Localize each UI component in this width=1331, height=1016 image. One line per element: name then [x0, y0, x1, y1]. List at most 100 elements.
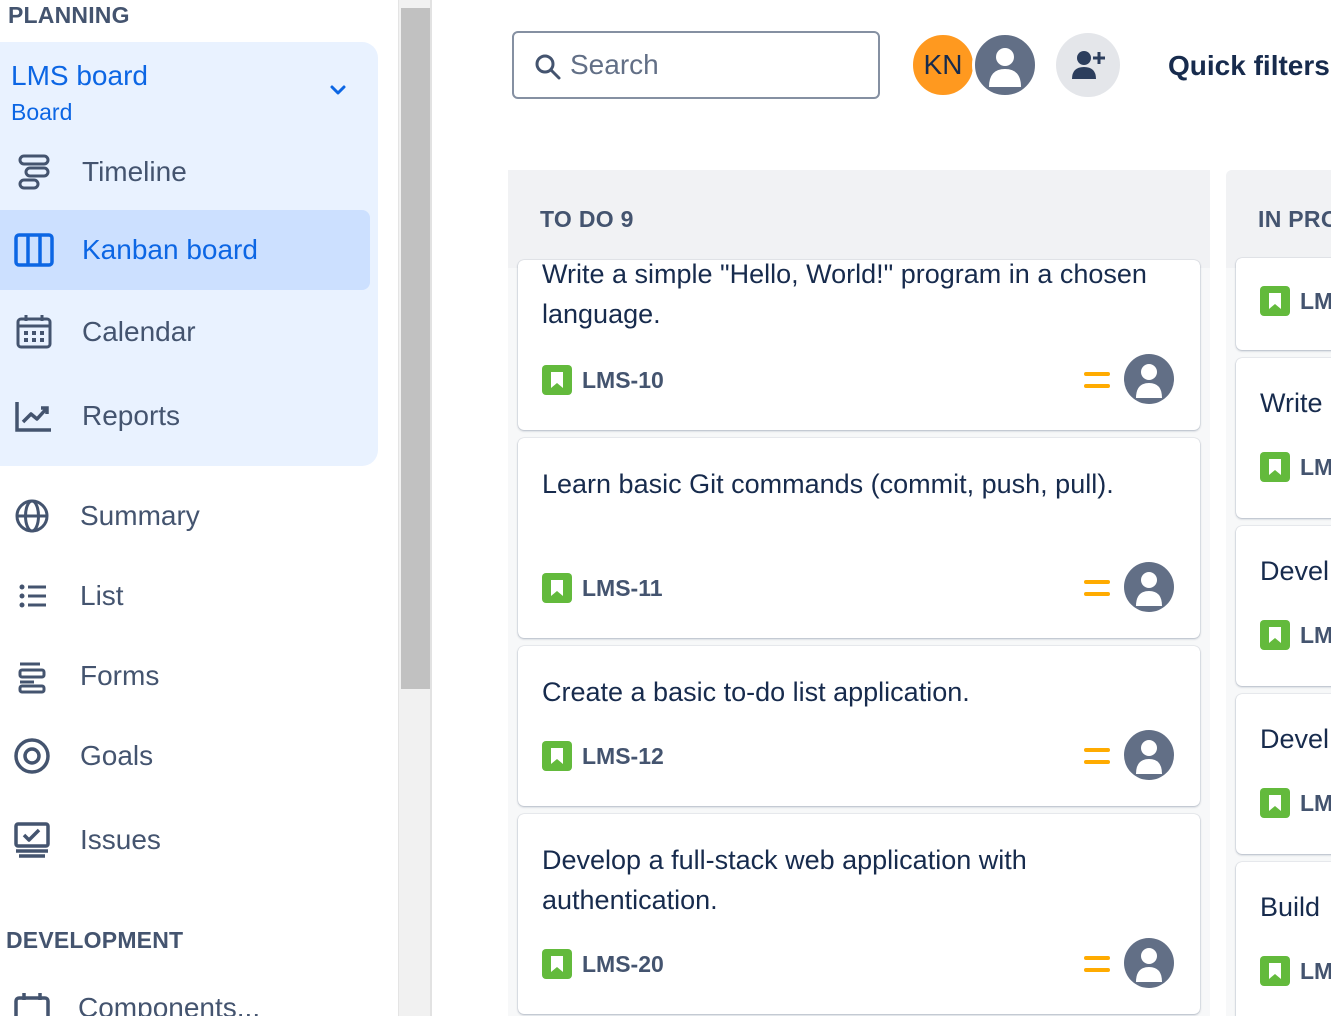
add-user-icon: [1072, 51, 1105, 79]
forms-icon: [10, 654, 54, 698]
priority-medium-icon: [1084, 748, 1110, 768]
column-in-progress: IN PRO LM Write LM Devel LM Devel LM Bui…: [1226, 170, 1331, 1016]
search-box[interactable]: [512, 31, 880, 99]
card-title: Devel: [1260, 556, 1330, 586]
card-key: LM: [1300, 957, 1331, 984]
sidebar-item-label: List: [80, 580, 124, 611]
sidebar-scrollbar-thumb[interactable]: [401, 8, 430, 689]
issue-card[interactable]: Learn basic Git commands (commit, push, …: [518, 438, 1200, 638]
user-icon: [1136, 740, 1162, 774]
card-key-row: LMS-10: [542, 364, 664, 396]
sidebar-item-goals[interactable]: Goals: [0, 716, 370, 796]
timeline-icon: [12, 150, 56, 194]
board-subtitle: Board: [11, 99, 73, 125]
card-key-row: LM: [1260, 620, 1331, 650]
sidebar-item-calendar[interactable]: Calendar: [0, 292, 370, 372]
user-icon: [1136, 364, 1162, 398]
card-title: Create a basic to-do list application.: [542, 677, 970, 707]
user-icon: [1136, 572, 1162, 606]
story-icon: [1260, 452, 1290, 482]
story-icon: [542, 741, 572, 771]
globe-icon: [10, 494, 54, 538]
sidebar-item-timeline[interactable]: Timeline: [0, 132, 370, 212]
card-key-row: LMS-20: [542, 948, 664, 980]
issue-card[interactable]: Create a basic to-do list application. L…: [518, 646, 1200, 806]
issue-card[interactable]: Build LM: [1236, 862, 1331, 1016]
card-key-row: LMS-11: [542, 572, 663, 604]
column-header: IN PRO: [1226, 170, 1331, 268]
issue-card[interactable]: Write a simple "Hello, World!" program i…: [518, 260, 1200, 430]
issue-card[interactable]: Devel LM: [1236, 694, 1331, 854]
user-icon: [1136, 948, 1162, 982]
card-key-row: LMS-12: [542, 740, 664, 772]
sidebar-item-label: Goals: [80, 740, 154, 771]
priority-medium-icon: [1084, 956, 1110, 976]
card-key-row: LM: [1260, 956, 1331, 986]
target-icon: [10, 734, 54, 778]
avatar-unassigned[interactable]: [972, 32, 1038, 98]
card-key: LM: [1300, 789, 1331, 816]
sidebar: PLANNING LMS board Board Timeline Kanban…: [0, 0, 398, 1016]
sidebar-item-list[interactable]: List: [0, 556, 370, 636]
quick-filters-button[interactable]: Quick filters: [1168, 50, 1330, 82]
sidebar-item-label: Components...: [78, 992, 261, 1016]
card-title: Build: [1260, 892, 1321, 922]
search-input[interactable]: [570, 47, 860, 83]
card-title: Devel: [1260, 724, 1330, 754]
add-people-button[interactable]: [1056, 33, 1120, 97]
issue-card[interactable]: Devel LM: [1236, 526, 1331, 686]
chart-line-icon: [12, 394, 56, 438]
story-icon: [1260, 956, 1290, 986]
sidebar-item-label: Timeline: [82, 156, 187, 187]
sidebar-item-label: Kanban board: [82, 234, 258, 265]
card-key-row: LM: [1260, 286, 1331, 316]
assignee-avatar[interactable]: [1124, 562, 1174, 612]
issue-card[interactable]: Write LM: [1236, 358, 1331, 518]
assignee-avatar[interactable]: [1124, 354, 1174, 404]
board-columns-icon: [12, 228, 56, 272]
assignee-avatar[interactable]: [1124, 938, 1174, 988]
planning-section-label: PLANNING: [8, 2, 130, 28]
board-title[interactable]: LMS board: [11, 60, 148, 92]
card-key: LMS-10: [582, 366, 664, 393]
sidebar-item-summary[interactable]: Summary: [0, 476, 370, 556]
sidebar-item-label: Summary: [80, 500, 200, 531]
calendar-icon: [12, 310, 56, 354]
card-key: LM: [1300, 287, 1331, 314]
sidebar-item-kanban-board[interactable]: Kanban board: [0, 210, 370, 290]
card-key-row: LM: [1260, 788, 1331, 818]
card-title: Learn basic Git commands (commit, push, …: [542, 469, 1114, 499]
card-key: LMS-12: [582, 742, 664, 769]
card-title: Write: [1260, 388, 1323, 418]
column-header-label: IN PRO: [1258, 206, 1331, 232]
user-icon: [989, 48, 1021, 87]
list-icon: [10, 574, 54, 618]
sidebar-item-label: Reports: [82, 400, 181, 431]
sidebar-item-forms[interactable]: Forms: [0, 636, 370, 716]
development-section-label: DEVELOPMENT: [6, 927, 184, 953]
story-icon: [1260, 286, 1290, 316]
sidebar-item-label: Forms: [80, 660, 160, 691]
column-todo: TO DO 9 Write a simple "Hello, World!" p…: [508, 170, 1210, 1016]
sidebar-item-components[interactable]: Components...: [0, 968, 370, 1016]
story-icon: [542, 365, 572, 395]
card-title: Develop a full-stack web application wit…: [542, 845, 1027, 915]
components-icon: [10, 986, 54, 1016]
priority-medium-icon: [1084, 372, 1110, 392]
card-key-row: LM: [1260, 452, 1331, 482]
story-icon: [1260, 620, 1290, 650]
sidebar-item-reports[interactable]: Reports: [0, 376, 370, 456]
sidebar-item-issues[interactable]: Issues: [0, 800, 370, 880]
chevron-down-icon[interactable]: [326, 78, 350, 102]
issue-card[interactable]: Develop a full-stack web application wit…: [518, 814, 1200, 1014]
story-icon: [542, 949, 572, 979]
avatar-kn[interactable]: KN: [911, 33, 975, 97]
assignee-avatar[interactable]: [1124, 730, 1174, 780]
card-key: LM: [1300, 621, 1331, 648]
story-icon: [542, 573, 572, 603]
story-icon: [1260, 788, 1290, 818]
card-title: Write a simple "Hello, World!" program i…: [542, 260, 1147, 329]
column-header: TO DO 9: [508, 170, 1210, 268]
issue-card[interactable]: LM: [1236, 258, 1331, 350]
card-key: LMS-11: [582, 574, 663, 601]
